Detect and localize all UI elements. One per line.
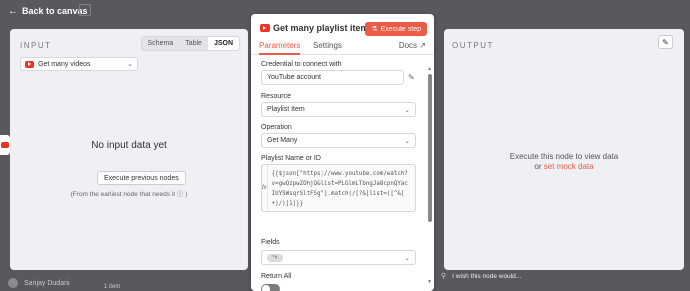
canvas-youtube-node[interactable] bbox=[0, 135, 10, 155]
feedback-wish[interactable]: ⚲ I wish this node would... bbox=[441, 272, 522, 281]
fields-select[interactable]: * × ⌄ bbox=[261, 250, 416, 265]
tab-table[interactable]: Table bbox=[179, 37, 208, 50]
execute-step-label: Execute step bbox=[380, 25, 421, 33]
flask-icon: ⚗ bbox=[371, 26, 378, 33]
user-name: Sanjay Dudani bbox=[24, 279, 70, 287]
input-view-switcher: Schema Table JSON bbox=[140, 36, 240, 51]
user-profile[interactable]: Sanjay Dudani bbox=[8, 278, 70, 288]
scroll-up-arrow[interactable]: ▲ bbox=[427, 66, 432, 72]
docs-label: Docs bbox=[398, 41, 418, 50]
output-empty-message: Execute this node to view data or set mo… bbox=[444, 152, 684, 172]
return-all-label: Return All bbox=[261, 273, 292, 280]
scroll-down-arrow[interactable]: ▼ bbox=[427, 279, 432, 285]
output-panel-label: OUTPUT bbox=[452, 41, 494, 50]
chevron-down-icon: ⌄ bbox=[127, 61, 133, 68]
return-all-toggle[interactable] bbox=[261, 284, 280, 291]
canvas-item-count: 1 item bbox=[104, 284, 121, 290]
arrow-left-icon: ← bbox=[8, 5, 18, 17]
input-panel: INPUT Schema Table JSON Get many videos … bbox=[10, 29, 248, 270]
scrollbar[interactable] bbox=[428, 74, 432, 222]
youtube-icon bbox=[1, 142, 9, 148]
edit-output-button[interactable]: ✎ bbox=[658, 35, 673, 49]
node-title[interactable]: Get many playlist items bbox=[273, 23, 374, 33]
resource-select[interactable]: Playlist Item ⌄ bbox=[261, 102, 416, 117]
youtube-icon bbox=[25, 60, 34, 68]
output-panel: OUTPUT ✎ Execute this node to view data … bbox=[444, 29, 684, 270]
wish-text: I wish this node would... bbox=[452, 272, 522, 280]
close-icon: × bbox=[274, 254, 278, 261]
youtube-icon bbox=[260, 24, 270, 32]
avatar bbox=[8, 278, 18, 288]
playlist-expression-value: {{$json["https://www.youtube.com/watch?v… bbox=[271, 171, 408, 207]
chevron-down-icon: ⌄ bbox=[404, 137, 410, 145]
execute-step-button[interactable]: ⚗ Execute step bbox=[365, 22, 427, 36]
parameters-form: Credential to connect with YouTube accou… bbox=[251, 56, 427, 291]
tab-schema[interactable]: Schema bbox=[142, 37, 180, 50]
credential-label: Credential to connect with bbox=[261, 61, 342, 68]
playlist-expression-editor[interactable]: fx {{$json["https://www.youtube.com/watc… bbox=[261, 164, 416, 212]
operation-value: Get Many bbox=[267, 137, 298, 144]
execute-previous-hint: (From the earliest node that needs it ⓘ … bbox=[70, 191, 188, 198]
fields-pill[interactable]: * × bbox=[267, 253, 283, 262]
resource-value: Playlist Item bbox=[267, 106, 305, 113]
tab-settings[interactable]: Settings bbox=[313, 41, 342, 50]
pencil-icon: ✎ bbox=[662, 37, 669, 47]
credential-value: YouTube account bbox=[267, 74, 321, 81]
fields-label: Fields bbox=[261, 239, 280, 246]
set-mock-data-link[interactable]: set mock data bbox=[544, 162, 594, 171]
operation-label: Operation bbox=[261, 124, 292, 131]
node-header: Get many playlist items ⚗ Execute step bbox=[251, 14, 434, 42]
chevron-down-icon: ⌄ bbox=[404, 254, 410, 262]
resource-label: Resource bbox=[261, 93, 291, 100]
back-to-canvas-label: Back to canvas bbox=[22, 6, 88, 16]
execute-previous-nodes-button[interactable]: Execute previous nodes bbox=[97, 171, 186, 185]
lightbulb-icon: ⚲ bbox=[441, 273, 447, 280]
tab-parameters[interactable]: Parameters bbox=[259, 41, 301, 55]
credential-select[interactable]: YouTube account bbox=[261, 70, 404, 85]
output-message-or: or bbox=[534, 162, 542, 171]
input-node-select-value: Get many videos bbox=[38, 60, 91, 68]
playlist-label: Playlist Name or ID bbox=[261, 155, 321, 162]
edit-credential-icon[interactable]: ✎ bbox=[408, 73, 415, 82]
output-message-line: Execute this node to view data bbox=[509, 152, 619, 161]
no-input-title: No input data yet bbox=[91, 140, 167, 151]
operation-select[interactable]: Get Many ⌄ bbox=[261, 133, 416, 148]
chevron-down-icon: ⌄ bbox=[404, 106, 410, 114]
external-link-icon: ↗ bbox=[419, 41, 426, 50]
canvas-control-button[interactable] bbox=[79, 4, 91, 16]
node-parameters-panel: Get many playlist items ⚗ Execute step P… bbox=[251, 14, 434, 291]
back-to-canvas-button[interactable]: ← Back to canvas bbox=[0, 0, 88, 22]
node-tabs: Parameters Settings Docs ↗ bbox=[251, 41, 434, 55]
input-panel-label: INPUT bbox=[20, 41, 52, 50]
input-node-select[interactable]: Get many videos ⌄ bbox=[20, 57, 138, 71]
tab-json[interactable]: JSON bbox=[207, 37, 239, 50]
tab-docs[interactable]: Docs ↗ bbox=[399, 41, 426, 50]
